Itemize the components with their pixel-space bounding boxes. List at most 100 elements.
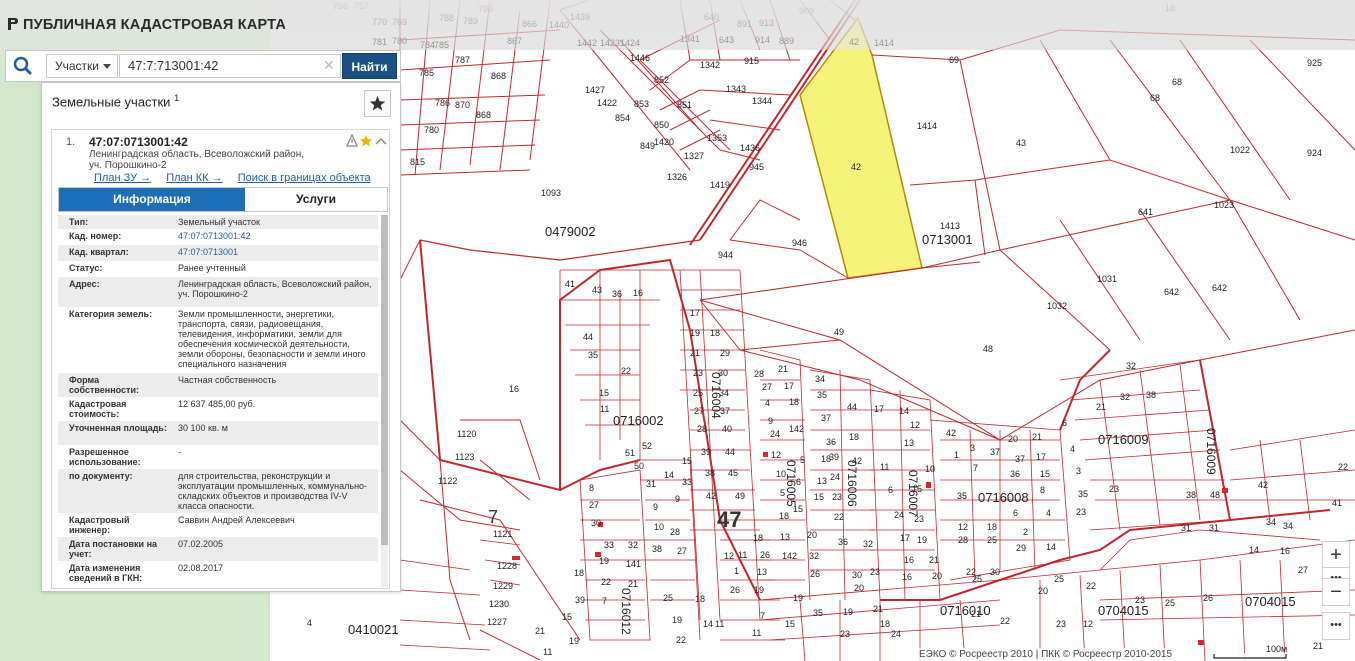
- quarter-label-0410021: 0410021: [348, 622, 399, 637]
- properties-scrollbar[interactable]: [381, 215, 388, 587]
- svg-text:28: 28: [958, 535, 968, 545]
- svg-text:13: 13: [817, 476, 827, 486]
- svg-text:23: 23: [840, 629, 850, 639]
- svg-text:31: 31: [646, 479, 656, 489]
- svg-text:24: 24: [894, 510, 904, 520]
- plan-zu-link[interactable]: План ЗУ →: [94, 172, 151, 184]
- quarter-label-0704015: 0704015: [1098, 603, 1149, 618]
- svg-text:29: 29: [720, 348, 730, 358]
- svg-text:851: 851: [677, 100, 692, 110]
- svg-text:18: 18: [574, 568, 584, 578]
- svg-text:13: 13: [757, 567, 767, 577]
- svg-text:27: 27: [677, 546, 687, 556]
- svg-text:20: 20: [1008, 434, 1018, 444]
- svg-text:35: 35: [813, 608, 823, 618]
- scrollbar-thumb[interactable]: [381, 215, 388, 545]
- svg-text:35: 35: [1078, 489, 1088, 499]
- prop-value-link[interactable]: 47:07:0713001:42: [178, 231, 374, 241]
- svg-text:868: 868: [491, 71, 506, 81]
- quarter-label-0713001: 0713001: [922, 232, 973, 247]
- svg-text:21: 21: [778, 364, 788, 374]
- favorite-star-icon: [360, 135, 372, 147]
- svg-text:28: 28: [670, 527, 680, 537]
- extra-tools-button[interactable]: •••: [1322, 612, 1350, 640]
- find-button[interactable]: Найти: [342, 53, 397, 79]
- svg-text:4: 4: [765, 398, 770, 408]
- svg-text:37: 37: [990, 447, 1000, 457]
- svg-text:23: 23: [693, 368, 703, 378]
- properties-table: Тип: Земельный участок Кад. номер: 47:07…: [58, 215, 378, 587]
- svg-text:12: 12: [771, 450, 781, 460]
- prop-label: Форма собственности:: [69, 375, 139, 395]
- minus-icon: −: [1330, 581, 1342, 603]
- svg-text:17: 17: [874, 404, 884, 414]
- search-input[interactable]: 47:7:713001:42: [119, 54, 341, 78]
- svg-text:34: 34: [1283, 521, 1293, 531]
- svg-text:34: 34: [1266, 517, 1276, 527]
- svg-text:14: 14: [899, 406, 909, 416]
- rosreestr-logo-icon: [8, 18, 18, 30]
- svg-text:49: 49: [735, 491, 745, 501]
- results-panel: Земельные участки 1 1. 47:07:0713001:42 …: [41, 82, 401, 592]
- svg-text:852: 852: [654, 75, 669, 85]
- parcel-cad-number[interactable]: 47:07:0713001:42: [89, 135, 188, 149]
- prop-label: Тип:: [69, 217, 89, 227]
- svg-text:14: 14: [664, 470, 674, 480]
- svg-text:34: 34: [815, 374, 825, 384]
- svg-text:7: 7: [602, 596, 607, 606]
- svg-text:19: 19: [599, 556, 609, 566]
- svg-text:15: 15: [1040, 469, 1050, 479]
- search-icon[interactable]: [6, 51, 40, 81]
- svg-text:3: 3: [970, 443, 975, 453]
- svg-text:7: 7: [760, 611, 765, 621]
- svg-text:1121: 1121: [493, 529, 512, 539]
- svg-text:1: 1: [734, 566, 739, 576]
- object-type-select[interactable]: Участки: [46, 54, 118, 78]
- svg-text:44: 44: [847, 402, 857, 412]
- zoom-out-button[interactable]: −: [1322, 578, 1350, 606]
- svg-text:22: 22: [1086, 581, 1096, 591]
- svg-text:24: 24: [830, 472, 840, 482]
- svg-text:944: 944: [718, 250, 733, 260]
- svg-text:16: 16: [1280, 546, 1290, 556]
- prop-value-link[interactable]: 47:07:0713001: [178, 247, 374, 257]
- zoom-in-button[interactable]: +: [1322, 541, 1350, 569]
- favorites-button[interactable]: [364, 90, 391, 117]
- svg-text:11: 11: [752, 628, 761, 638]
- prop-value: Ленинградская область, Всеволожский райо…: [178, 279, 372, 299]
- quarter-label-0479002: 0479002: [545, 224, 596, 239]
- svg-text:17: 17: [784, 381, 794, 391]
- plan-kk-link[interactable]: План КК →: [166, 172, 222, 184]
- svg-text:14: 14: [1046, 542, 1056, 552]
- quarter-label-0716009: 0716009: [1098, 432, 1149, 447]
- svg-text:854: 854: [615, 113, 630, 123]
- svg-text:23: 23: [1076, 507, 1086, 517]
- svg-text:32: 32: [1126, 361, 1136, 371]
- svg-text:36: 36: [826, 437, 836, 447]
- svg-text:36: 36: [1010, 469, 1020, 479]
- tab-information[interactable]: Информация: [59, 188, 245, 211]
- svg-text:43: 43: [1016, 138, 1026, 148]
- prop-label: Кад. квартал:: [69, 247, 129, 257]
- svg-text:68: 68: [1150, 93, 1160, 103]
- plus-icon: +: [1330, 544, 1342, 566]
- svg-text:1122: 1122: [438, 476, 457, 486]
- svg-text:849: 849: [640, 141, 655, 151]
- prop-value: -: [178, 447, 181, 457]
- svg-text:1228: 1228: [497, 561, 517, 571]
- svg-text:12: 12: [724, 551, 734, 561]
- svg-text:21: 21: [535, 626, 545, 636]
- svg-text:15: 15: [912, 484, 922, 494]
- svg-text:18: 18: [880, 619, 890, 629]
- clear-icon[interactable]: ✕: [323, 58, 335, 72]
- quarter-label-0716008: 0716008: [978, 490, 1029, 505]
- svg-text:12: 12: [910, 420, 920, 430]
- svg-text:16: 16: [633, 288, 643, 298]
- prop-row-change-date: Дата изменения сведений в ГКН: 02.08.201…: [58, 561, 378, 587]
- svg-text:1420: 1420: [654, 137, 674, 147]
- svg-text:35: 35: [588, 350, 598, 360]
- tab-services[interactable]: Услуги: [245, 188, 387, 211]
- svg-text:16: 16: [509, 384, 519, 394]
- svg-text:1093: 1093: [541, 188, 561, 198]
- svg-text:17: 17: [690, 308, 700, 318]
